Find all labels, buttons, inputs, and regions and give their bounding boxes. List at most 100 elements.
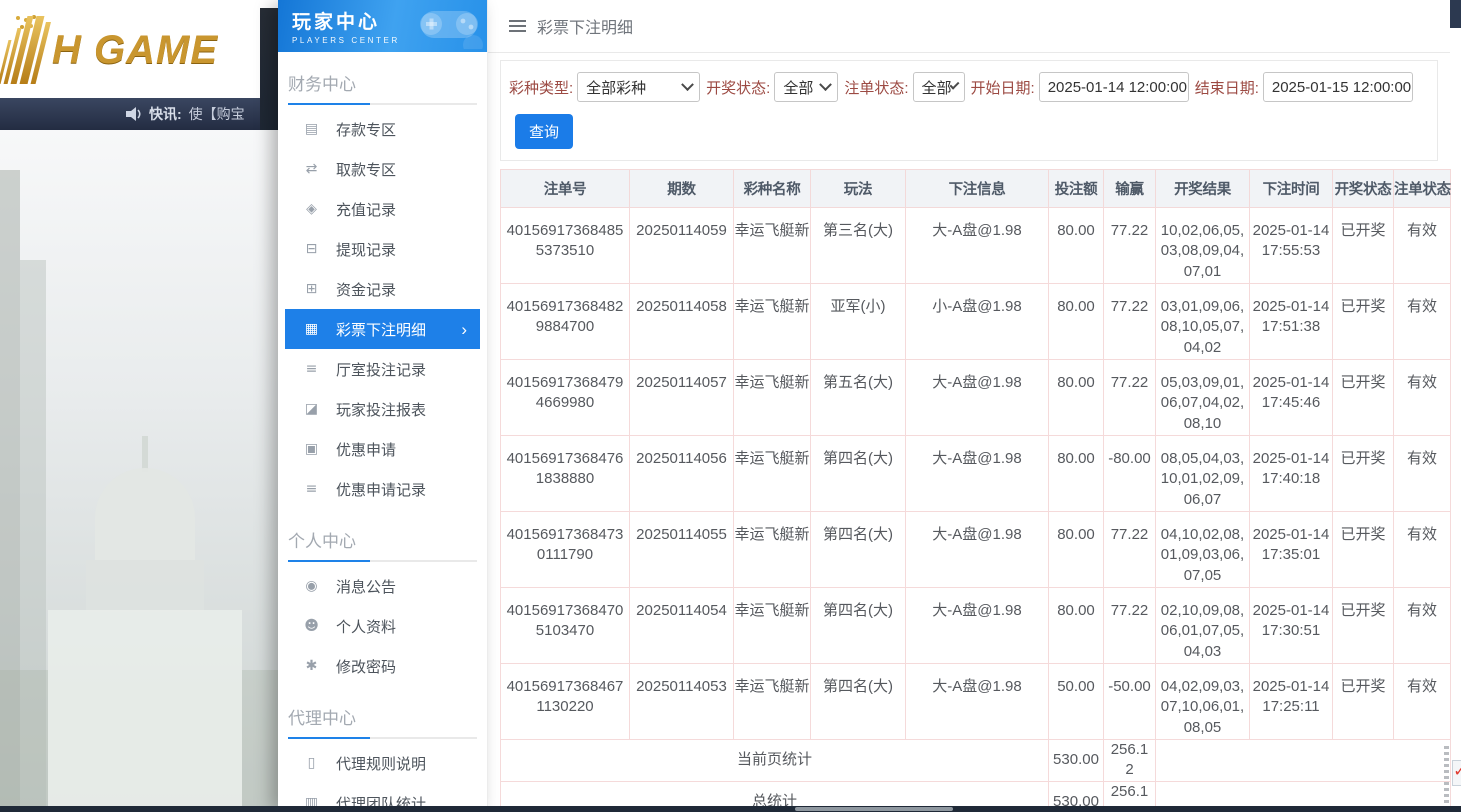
capitol-drum xyxy=(86,560,204,612)
sidebar-item-player-bet-report[interactable]: ◪玩家投注报表 xyxy=(278,389,487,429)
cell: 已开奖 xyxy=(1333,284,1394,360)
order-status-select[interactable]: 全部 xyxy=(913,72,965,102)
cell: 幸运飞艇新 xyxy=(734,436,811,512)
table-row: 40156917368485537351020250114059幸运飞艇新第三名… xyxy=(501,208,1451,284)
summary-row: 当前页统计530.00256.12 xyxy=(501,740,1451,782)
cell: 2025-01-14 17:35:01 xyxy=(1250,512,1333,588)
withdraw-icon: ⇄ xyxy=(303,161,320,177)
cell: 幸运飞艇新 xyxy=(734,512,811,588)
page-title: 彩票下注明细 xyxy=(537,14,633,38)
start-date-input[interactable]: 2025-01-14 12:00:00 xyxy=(1039,72,1189,102)
cell: 77.22 xyxy=(1104,208,1156,284)
promo-apply-record-icon: ≡ xyxy=(303,481,320,497)
cell: 401569173684730111790 xyxy=(501,512,630,588)
sidebar-item-deposit-zone[interactable]: ▤存款专区 xyxy=(278,109,487,149)
cell: 已开奖 xyxy=(1333,436,1394,512)
content-topbar: 彩票下注明细 xyxy=(488,0,1450,53)
sidebar-item-lottery-bet-detail[interactable]: ▦彩票下注明细› xyxy=(285,309,480,349)
search-button[interactable]: 查询 xyxy=(515,114,573,149)
cell: 401569173684794669980 xyxy=(501,360,630,436)
gamepad-icon xyxy=(411,3,485,49)
sidebar-item-withdraw-record[interactable]: ⊟提现记录 xyxy=(278,229,487,269)
cell: 大-A盘@1.98 xyxy=(906,208,1049,284)
table-row: 40156917368473011179020250114055幸运飞艇新第四名… xyxy=(501,512,1451,588)
summary-empty xyxy=(1156,740,1451,782)
column-header: 注单状态 xyxy=(1394,170,1451,208)
sidebar-item-label: 彩票下注明细 xyxy=(336,319,426,340)
cell: 80.00 xyxy=(1049,208,1104,284)
horizontal-scrollbar-thumb[interactable] xyxy=(795,807,953,811)
cell: 20250114059 xyxy=(630,208,734,284)
main-content: 彩票下注明细 彩种类型:全部彩种开奖状态:全部注单状态:全部开始日期:2025-… xyxy=(488,0,1450,806)
sidebar-item-hall-bet-record[interactable]: ≡ 厅室投注记录 xyxy=(278,349,487,389)
check-icon[interactable]: ✓ xyxy=(1452,760,1461,786)
sidebar-item-withdraw-zone[interactable]: ⇄取款专区 xyxy=(278,149,487,189)
cell: 2025-01-14 17:40:18 xyxy=(1250,436,1333,512)
sidebar-body: 财务中心 ▤存款专区⇄取款专区 ◈ 充值记录 ⊟提现记录⊞资金记录▦彩票下注明细› ≡ 厅室… xyxy=(278,70,487,812)
recharge-record-icon: ◈ xyxy=(303,201,320,217)
sidebar: 玩家中心 PLAYERS CENTER 财务中心▤存款专区⇄取款专区◈充值记录⊟… xyxy=(278,0,488,806)
cell: 幸运飞艇新 xyxy=(734,284,811,360)
end-date-input[interactable]: 2025-01-15 12:00:00 xyxy=(1263,72,1413,102)
bell-icon: ◉ xyxy=(303,578,320,594)
cell: 80.00 xyxy=(1049,588,1104,664)
cell: 小-A盘@1.98 xyxy=(906,284,1049,360)
filter-label-order-status: 注单状态: xyxy=(844,77,908,98)
capitol-dome xyxy=(95,468,195,568)
cell: 已开奖 xyxy=(1333,360,1394,436)
page: H GAME 快讯: 使【购宝 玩家中心 PLAYERS CENTER xyxy=(0,0,1461,812)
cell: 亚军(小) xyxy=(811,284,906,360)
sidebar-item-recharge-record[interactable]: ◈ 充值记录 xyxy=(278,189,487,229)
cell: 第四名(大) xyxy=(811,436,906,512)
resize-handle-dots[interactable] xyxy=(1444,746,1449,804)
cell: 05,03,09,01,06,07,04,02,08,10 xyxy=(1156,360,1250,436)
sidebar-item-label: 优惠申请 xyxy=(336,439,396,460)
sidebar-item-profile[interactable]: ☻个人资料 xyxy=(278,606,487,646)
cell: 2025-01-14 17:25:11 xyxy=(1250,664,1333,740)
sidebar-item-label: 厅室投注记录 xyxy=(336,359,426,380)
sidebar-item-notice[interactable]: ◉ 消息公告 xyxy=(278,566,487,606)
column-header: 开奖结果 xyxy=(1156,170,1250,208)
table-row: 40156917368476183888020250114056幸运飞艇新第四名… xyxy=(501,436,1451,512)
filter-label-draw-status: 开奖状态: xyxy=(706,77,770,98)
lottery-type-select[interactable]: 全部彩种 xyxy=(577,72,700,102)
cell: -50.00 xyxy=(1104,664,1156,740)
cell: 幸运飞艇新 xyxy=(734,208,811,284)
promo-apply-icon: ▣ xyxy=(303,441,320,457)
summary-bet-total: 530.00 xyxy=(1049,740,1104,782)
cell: 80.00 xyxy=(1049,512,1104,588)
sidebar-item-change-password[interactable]: ✱修改密码 xyxy=(278,646,487,686)
background-city-image xyxy=(0,130,278,806)
draw-status-select[interactable]: 全部 xyxy=(774,72,838,102)
sidebar-item-promo-apply[interactable]: ▣ 优惠申请 xyxy=(278,429,487,469)
sidebar-item-funds-record[interactable]: ⊞资金记录 xyxy=(278,269,487,309)
section-divider xyxy=(288,737,477,739)
cell: 20250114056 xyxy=(630,436,734,512)
section-title: 代理中心 xyxy=(288,704,487,729)
cell: 80.00 xyxy=(1049,436,1104,512)
sidebar-item-label: 玩家投注报表 xyxy=(336,399,426,420)
logo-text: H GAME xyxy=(52,28,218,73)
sidebar-item-agent-rules[interactable]: ▯代理规则说明 xyxy=(278,743,487,783)
cell: 第四名(大) xyxy=(811,664,906,740)
column-header: 输赢 xyxy=(1104,170,1156,208)
cell: 第四名(大) xyxy=(811,512,906,588)
hall-bet-record-icon: ≡ xyxy=(303,361,320,377)
section-title: 财务中心 xyxy=(288,70,487,95)
cell: 2025-01-14 17:30:51 xyxy=(1250,588,1333,664)
cell: 401569173684671130220 xyxy=(501,664,630,740)
sidebar-item-promo-apply-record[interactable]: ≡优惠申请记录 xyxy=(278,469,487,509)
sidebar-item-label: 充值记录 xyxy=(336,199,396,220)
horizontal-scrollbar-track[interactable] xyxy=(0,806,1461,812)
site-logo: H GAME xyxy=(6,14,218,86)
cell: 幸运飞艇新 xyxy=(734,664,811,740)
sidebar-item-label: 修改密码 xyxy=(336,656,396,677)
cell: 大-A盘@1.98 xyxy=(906,512,1049,588)
summary-win-loss: 256.12 xyxy=(1104,740,1156,782)
cell: 已开奖 xyxy=(1333,588,1394,664)
cell: 20250114054 xyxy=(630,588,734,664)
menu-icon[interactable] xyxy=(509,20,526,32)
cell: 80.00 xyxy=(1049,284,1104,360)
filter-label-start-date: 开始日期: xyxy=(971,77,1035,98)
sidebar-item-label: 消息公告 xyxy=(336,576,396,597)
